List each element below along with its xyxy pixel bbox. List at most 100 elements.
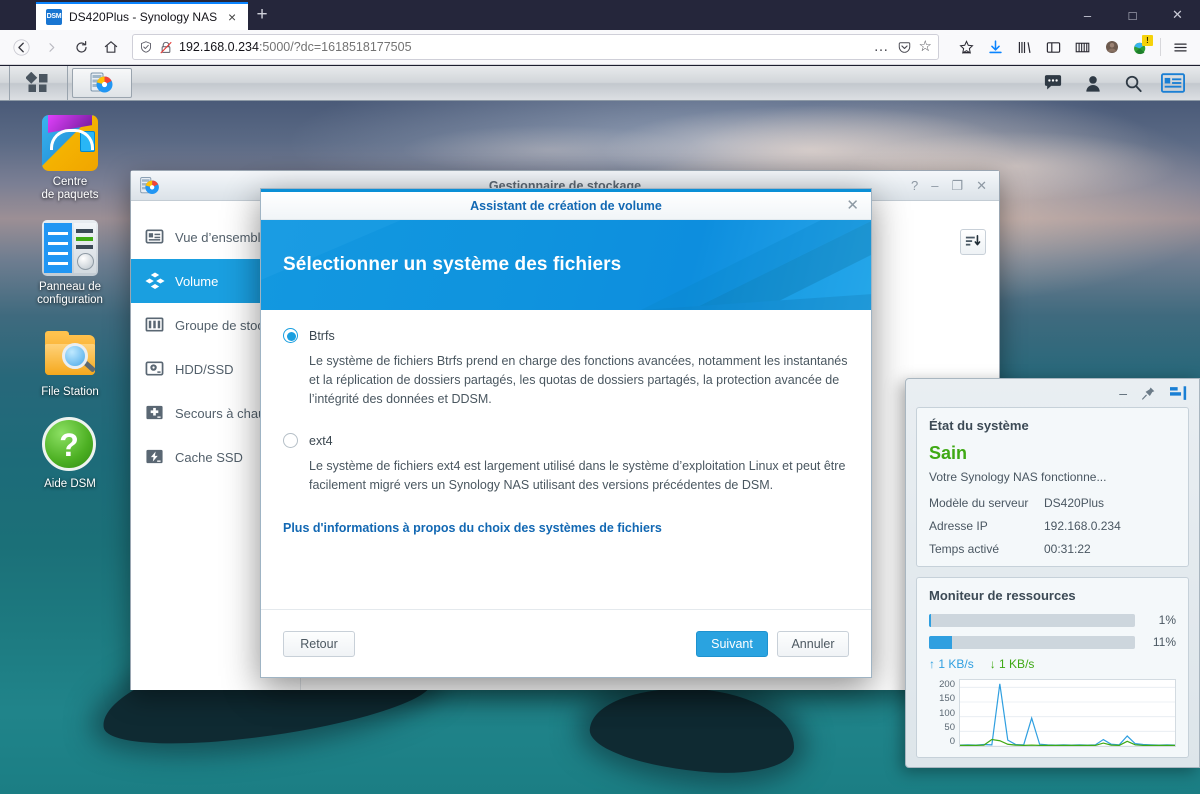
volume-creation-wizard-dialog: Assistant de création de volume ✕ Sélect… xyxy=(260,188,872,678)
address-bar[interactable]: 192.168.0.234:5000/?dc=1618518177505 … ☆ xyxy=(132,34,939,60)
dialog-close-icon[interactable]: ✕ xyxy=(846,198,871,213)
taskbar-left xyxy=(0,66,132,100)
widget-minimize-button[interactable]: – xyxy=(1119,385,1127,401)
file-station-icon xyxy=(42,325,98,381)
storage-pool-icon xyxy=(145,315,165,335)
desktop-icon-dsm-help[interactable]: ? Aide DSM xyxy=(22,417,118,491)
option-btrfs-description: Le système de fichiers Btrfs prend en ch… xyxy=(309,354,848,406)
cpu-usage-bar xyxy=(929,613,1135,627)
widget-panel-header: – xyxy=(906,379,1199,407)
desktop-icon-file-station[interactable]: File Station xyxy=(22,325,118,399)
sidebar-item-label: HDD/SSD xyxy=(175,361,234,377)
hot-spare-icon xyxy=(145,403,165,423)
radio-btrfs[interactable] xyxy=(283,328,298,343)
y-tick: 150 xyxy=(939,693,955,705)
volume-icon xyxy=(145,271,165,291)
dialog-title: Assistant de création de volume xyxy=(470,198,662,213)
pin-icon[interactable] xyxy=(1141,386,1156,401)
library-icon[interactable] xyxy=(1011,34,1038,61)
next-button[interactable]: Suivant xyxy=(696,630,768,657)
cancel-button[interactable]: Annuler xyxy=(777,630,849,657)
account-avatar-icon[interactable] xyxy=(1098,34,1125,61)
sm-help-button[interactable]: ? xyxy=(911,179,918,192)
tab-close-icon[interactable]: × xyxy=(224,10,240,24)
desktop-icon-control-panel[interactable]: Panneau de configuration xyxy=(22,220,118,307)
back-icon[interactable] xyxy=(6,33,36,61)
search-icon[interactable] xyxy=(1114,67,1152,100)
y-tick: 0 xyxy=(949,736,955,747)
system-health-widget: État du système Sain Votre Synology NAS … xyxy=(916,407,1189,567)
dock-icon[interactable] xyxy=(1170,385,1187,401)
app-menu-icon[interactable] xyxy=(1167,34,1194,61)
ram-usage-bar xyxy=(929,635,1135,649)
dsm-help-icon: ? xyxy=(42,417,98,473)
health-key: Adresse IP xyxy=(929,519,988,533)
sidebar-item-label: Secours à chaud xyxy=(175,405,273,421)
option-btrfs[interactable]: Btrfs xyxy=(283,328,849,343)
option-btrfs-label[interactable]: Btrfs xyxy=(309,329,335,343)
option-ext4[interactable]: ext4 xyxy=(283,433,849,448)
notifications-icon[interactable] xyxy=(1034,67,1072,100)
network-chart: 200 150 100 50 0 xyxy=(929,679,1176,747)
ssd-cache-icon xyxy=(145,447,165,467)
health-row-model: Modèle du serveur DS420Plus xyxy=(929,496,1176,510)
dialog-banner: Sélectionner un système des fichiers xyxy=(261,220,871,310)
overview-icon xyxy=(145,227,165,247)
home-icon[interactable] xyxy=(96,33,126,61)
back-button[interactable]: Retour xyxy=(283,630,355,657)
dialog-titlebar[interactable]: Assistant de création de volume ✕ xyxy=(261,192,871,220)
browser-titlebar: DSM DS420Plus - Synology NAS × + – □ ✕ xyxy=(0,0,1200,30)
y-tick: 50 xyxy=(944,721,955,733)
tab-favicon: DSM xyxy=(46,9,62,25)
chart-y-axis: 200 150 100 50 0 xyxy=(929,679,959,747)
sidebar-item-label: Vue d’ensemble xyxy=(175,229,268,245)
browser-navbar: 192.168.0.234:5000/?dc=1618518177505 … ☆ xyxy=(0,30,1200,65)
health-value: DS420Plus xyxy=(1044,496,1105,510)
option-ext4-label[interactable]: ext4 xyxy=(309,434,333,448)
reload-icon[interactable] xyxy=(66,33,96,61)
window-minimize-button[interactable]: – xyxy=(1065,0,1110,30)
dialog-content: Btrfs Le système de fichiers Btrfs prend… xyxy=(261,310,871,610)
cpu-usage-row: 1% xyxy=(929,613,1176,627)
browser-window-controls: – □ ✕ xyxy=(1065,0,1200,30)
desktop-icon-package-center[interactable]: Centre de paquets xyxy=(22,115,118,202)
sidebar-icon[interactable] xyxy=(1040,34,1067,61)
shield-icon[interactable] xyxy=(139,40,153,54)
downloads-icon[interactable] xyxy=(982,34,1009,61)
health-row-ip: Adresse IP 192.168.0.234 xyxy=(929,519,1176,533)
health-value: 192.168.0.234 xyxy=(1044,519,1121,533)
widgets-icon[interactable] xyxy=(1154,67,1192,100)
new-tab-button[interactable]: + xyxy=(248,2,276,30)
tab-title: DS420Plus - Synology NAS xyxy=(69,10,218,24)
network-rates: ↑ 1 KB/s ↓ 1 KB/s xyxy=(929,657,1176,671)
extension-badge: ! xyxy=(1142,34,1153,46)
taskbar-edge xyxy=(0,66,10,100)
resource-monitor-widget: Moniteur de ressources 1% 11% ↑ 1 KB/s ↓… xyxy=(916,577,1189,758)
health-value: 00:31:22 xyxy=(1044,542,1091,556)
user-icon[interactable] xyxy=(1074,67,1112,100)
browser-toolbar-icons: ! xyxy=(945,34,1194,61)
main-menu-icon[interactable] xyxy=(10,66,68,100)
radio-ext4[interactable] xyxy=(283,433,298,448)
sort-icon[interactable] xyxy=(960,229,986,255)
extension-globe-icon[interactable]: ! xyxy=(1127,34,1154,61)
taskbar-app-storage-manager[interactable] xyxy=(72,68,132,98)
window-close-button[interactable]: ✕ xyxy=(1155,0,1200,30)
browser-tab[interactable]: DSM DS420Plus - Synology NAS × xyxy=(36,2,249,30)
sm-minimize-button[interactable]: – xyxy=(931,179,938,192)
more-info-link[interactable]: Plus d'informations à propos du choix de… xyxy=(283,521,849,535)
containers-icon[interactable] xyxy=(1069,34,1096,61)
window-maximize-button[interactable]: □ xyxy=(1110,0,1155,30)
url-text: 192.168.0.234:5000/?dc=1618518177505 xyxy=(179,40,412,54)
bookmark-star-icon[interactable] xyxy=(953,34,980,61)
bookmark-star-icon[interactable]: ☆ xyxy=(919,39,932,54)
dialog-footer-right: Suivant Annuler xyxy=(696,630,849,657)
pocket-icon[interactable] xyxy=(897,40,912,55)
page-actions-more-icon[interactable]: … xyxy=(874,39,890,54)
sm-maximize-button[interactable]: ❐ xyxy=(951,179,963,192)
system-health-status: Sain xyxy=(929,443,968,463)
insecure-lock-icon[interactable] xyxy=(159,40,173,55)
screen-root: DSM DS420Plus - Synology NAS × + – □ ✕ 1… xyxy=(0,0,1200,794)
sm-close-button[interactable]: ✕ xyxy=(976,179,987,192)
system-health-message: Votre Synology NAS fonctionne... xyxy=(929,470,1107,484)
